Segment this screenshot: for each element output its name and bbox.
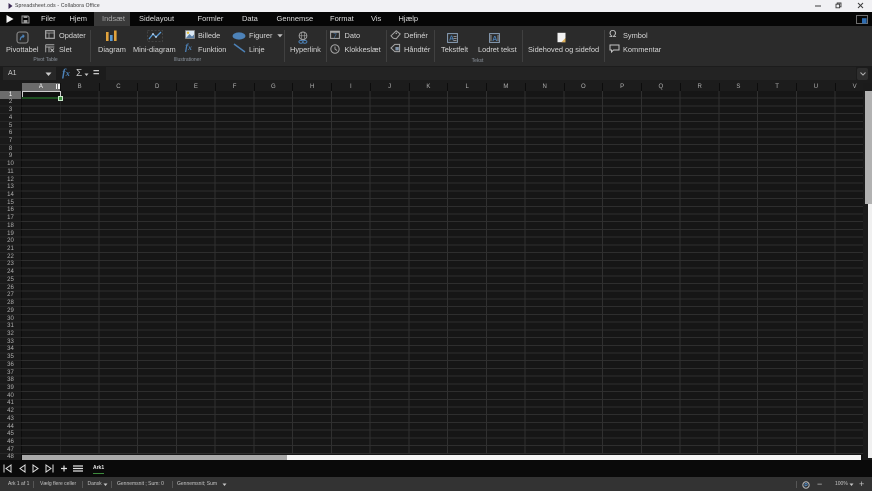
svg-text:7: 7	[333, 33, 337, 39]
svg-text:A: A	[492, 36, 497, 43]
svg-text:A: A	[449, 36, 454, 43]
